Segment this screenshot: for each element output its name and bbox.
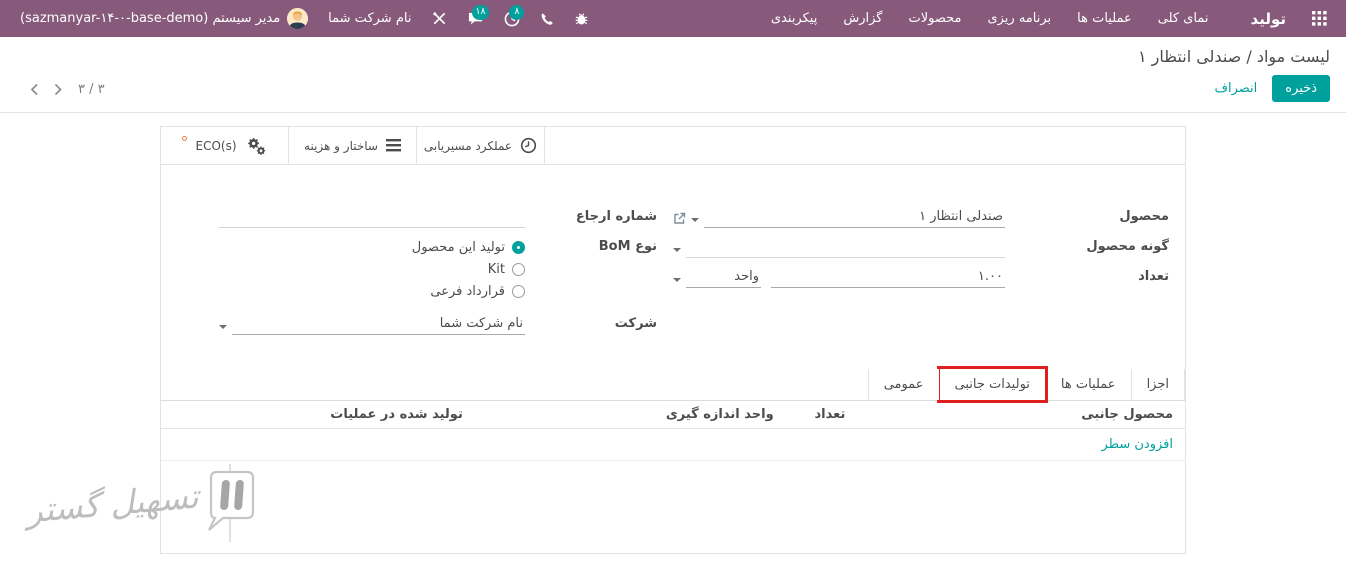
tab-components[interactable]: اجزا xyxy=(1131,369,1185,400)
uom-field-input[interactable]: واحد xyxy=(686,269,761,288)
bom-type-radio-group: تولید این محصول Kit قرارداد فرعی xyxy=(219,239,525,299)
stat-button-box: عملکرد مسیریابی ساختار و هزینه ECO(s) xyxy=(161,127,1185,165)
reference-field-label: شماره ارجاع xyxy=(525,207,673,230)
app-menu: نمای کلی عملیات ها برنامه ریزی محصولات گ… xyxy=(759,1,1221,36)
breadcrumb-separator: / xyxy=(1241,47,1257,66)
eco-count-badge xyxy=(182,136,187,141)
menu-item-overview[interactable]: نمای کلی xyxy=(1146,1,1221,36)
list-icon xyxy=(386,139,401,152)
menu-item-planning[interactable]: برنامه ریزی xyxy=(975,1,1063,36)
chevron-down-icon[interactable] xyxy=(691,218,699,222)
discard-button[interactable]: انصراف xyxy=(1204,75,1269,102)
breadcrumb: لیست مواد / صندلی انتظار ۱ xyxy=(1138,47,1330,66)
apps-grid-icon xyxy=(1312,11,1327,26)
clock-icon xyxy=(520,137,537,154)
radio-unselected-icon[interactable] xyxy=(512,285,525,298)
tab-byproducts-label: تولیدات جانبی xyxy=(955,377,1030,392)
control-panel: لیست مواد / صندلی انتظار ۱ ذخیره انصراف … xyxy=(0,37,1346,113)
tab-byproducts[interactable]: تولیدات جانبی xyxy=(939,369,1045,401)
phone-icon xyxy=(540,12,554,26)
radio-label: تولید این محصول xyxy=(412,240,505,255)
company-field-label: شرکت xyxy=(525,314,673,337)
voip-phone-button[interactable] xyxy=(531,4,563,34)
menu-item-reporting[interactable]: گزارش xyxy=(831,1,894,36)
column-header-uom[interactable]: واحد اندازه گیری xyxy=(632,401,786,428)
menu-item-configuration[interactable]: پیکربندی xyxy=(759,1,829,36)
form-group-left: شماره ارجاع نوع BoM تولید این محصول Kit xyxy=(161,207,673,337)
reference-field-input[interactable] xyxy=(219,209,525,228)
routing-performance-label: عملکرد مسیریابی xyxy=(424,139,512,153)
product-field-label: محصول xyxy=(1005,207,1185,230)
notebook-tabs: اجزا عملیات ها تولیدات جانبی عمومی xyxy=(161,369,1185,401)
radio-kit[interactable]: Kit xyxy=(219,262,525,277)
messages-count-badge: ۱۸ xyxy=(472,5,488,20)
bom-type-field-label: نوع BoM xyxy=(525,237,673,301)
radio-selected-icon[interactable] xyxy=(512,241,525,254)
radio-subcontracting[interactable]: قرارداد فرعی xyxy=(219,284,525,299)
byproducts-table-header: محصول جانبی تعداد واحد اندازه گیری تولید… xyxy=(161,401,1185,429)
messages-menu-button[interactable]: ۱۸ xyxy=(458,3,493,34)
eco-label: ECO(s) xyxy=(195,139,236,153)
variant-field-input[interactable] xyxy=(686,239,1005,258)
company-switcher[interactable]: نام شرکت شما xyxy=(318,3,421,34)
radio-unselected-icon[interactable] xyxy=(512,263,525,276)
gears-icon xyxy=(245,136,267,155)
chevron-down-icon[interactable] xyxy=(219,325,227,329)
chevron-down-icon[interactable] xyxy=(673,278,681,282)
pager-previous-chevron[interactable] xyxy=(30,83,39,96)
save-button[interactable]: ذخیره xyxy=(1272,75,1330,102)
activities-count-badge: ۸ xyxy=(509,5,524,20)
user-menu[interactable]: مدیر سیستم (sazmanyar-۱۴-۰-base-demo) xyxy=(12,2,316,35)
notebook: اجزا عملیات ها تولیدات جانبی عمومی محصول… xyxy=(161,369,1185,461)
form-group-right: محصول صندلی انتظار ۱ گونه مح xyxy=(673,207,1185,337)
radio-manufacture-this-product[interactable]: تولید این محصول xyxy=(219,240,525,255)
activities-menu-button[interactable]: ۸ xyxy=(495,3,529,35)
pager-value: ۳ / ۳ xyxy=(78,82,105,97)
pager-next-chevron[interactable] xyxy=(53,83,62,96)
wrench-icon xyxy=(432,11,447,26)
byproducts-table: محصول جانبی تعداد واحد اندازه گیری تولید… xyxy=(161,401,1185,461)
breadcrumb-parent-link[interactable]: لیست مواد xyxy=(1257,47,1330,66)
chevron-down-icon[interactable] xyxy=(673,248,681,252)
tools-menu-button[interactable] xyxy=(423,3,456,34)
tab-miscellaneous[interactable]: عمومی xyxy=(868,369,939,400)
systray: ۸ ۱۸ نام شرکت شما xyxy=(12,2,598,35)
column-header-byproduct[interactable]: محصول جانبی xyxy=(857,401,1185,428)
breadcrumb-current: صندلی انتظار ۱ xyxy=(1138,47,1241,66)
structure-cost-label: ساختار و هزینه xyxy=(304,139,378,153)
company-field-input[interactable]: نام شرکت شما xyxy=(232,316,525,335)
radio-label: Kit xyxy=(488,262,505,277)
menu-item-products[interactable]: محصولات xyxy=(896,1,973,36)
column-header-quantity[interactable]: تعداد xyxy=(786,401,858,428)
tab-operations[interactable]: عملیات ها xyxy=(1045,369,1131,400)
current-app-name[interactable]: تولید xyxy=(1225,10,1300,28)
bom-form-sheet: عملکرد مسیریابی ساختار و هزینه ECO(s) xyxy=(160,126,1186,554)
top-navbar: تولید نمای کلی عملیات ها برنامه ریزی محص… xyxy=(0,0,1346,37)
structure-cost-stat-button[interactable]: ساختار و هزینه xyxy=(289,127,417,164)
quantity-field-label: تعداد xyxy=(1005,267,1185,290)
radio-label: قرارداد فرعی xyxy=(430,284,505,299)
bug-icon xyxy=(574,11,589,26)
column-header-produced-in-operation[interactable]: تولید شده در عملیات xyxy=(161,401,632,428)
form-fields: محصول صندلی انتظار ۱ گونه مح xyxy=(161,165,1185,337)
user-avatar xyxy=(287,8,308,29)
external-link-icon[interactable] xyxy=(673,212,686,225)
record-pager: ۳ / ۳ xyxy=(12,82,105,102)
user-name-label: مدیر سیستم (sazmanyar-۱۴-۰-base-demo) xyxy=(20,11,280,26)
quantity-field-input[interactable]: ۱.۰۰ xyxy=(771,269,1005,288)
menu-item-operations[interactable]: عملیات ها xyxy=(1065,1,1144,36)
eco-stat-button[interactable]: ECO(s) xyxy=(161,127,289,164)
add-line-link[interactable]: افزودن سطر xyxy=(1090,429,1185,460)
apps-menu-button[interactable] xyxy=(1304,0,1334,37)
debug-bug-icon-button[interactable] xyxy=(565,3,598,34)
variant-field-label: گونه محصول xyxy=(1005,237,1185,260)
product-field-input[interactable]: صندلی انتظار ۱ xyxy=(704,209,1005,228)
routing-performance-stat-button[interactable]: عملکرد مسیریابی xyxy=(417,127,545,164)
